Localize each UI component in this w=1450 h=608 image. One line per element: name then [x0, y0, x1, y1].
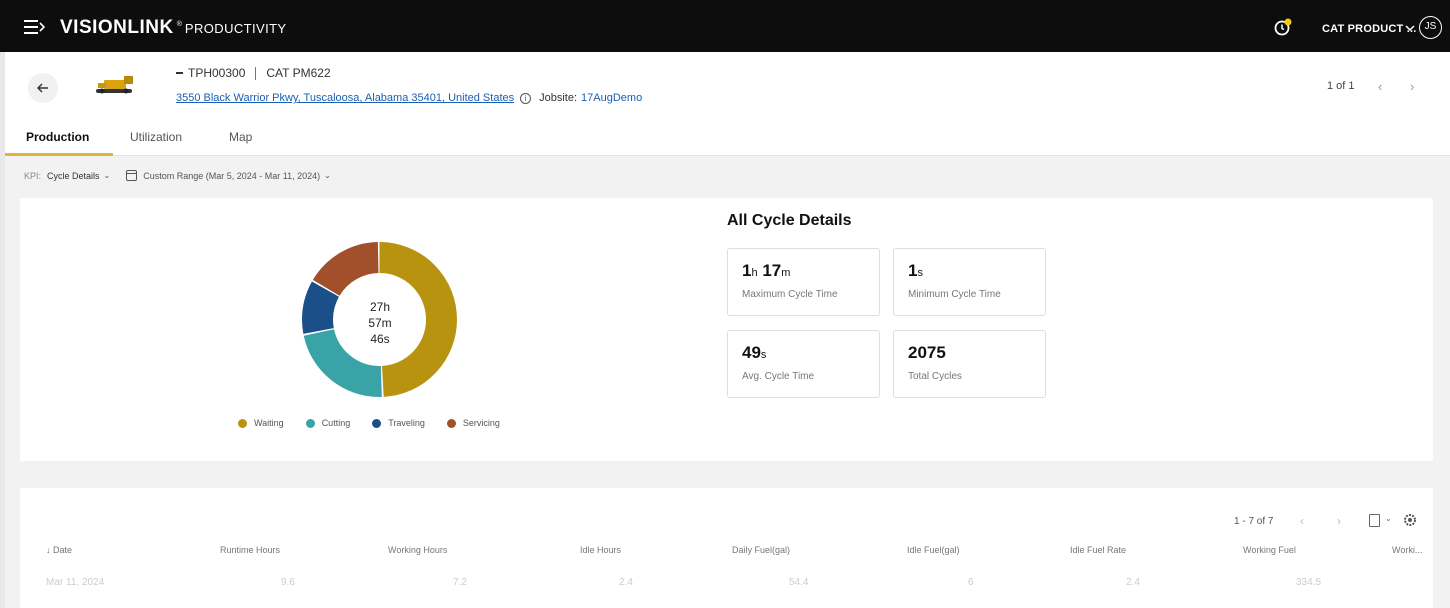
legend-traveling[interactable]: Traveling: [372, 418, 425, 428]
table-cell: 2.4: [619, 577, 633, 588]
stat-max-cycle-time: 1h 17m Maximum Cycle Time: [727, 248, 880, 316]
column-header-date[interactable]: ↓ Date: [46, 545, 72, 555]
total-hours: 27h: [369, 300, 391, 314]
legend-cutting[interactable]: Cutting: [305, 418, 351, 428]
legend-dot: [238, 418, 247, 428]
stat-value: 1h 17m: [742, 261, 791, 280]
legend-label: Cutting: [321, 418, 351, 428]
top-bar: VISIONLINK ® PRODUCTIVITY CAT PRODUCT ..…: [0, 0, 1450, 52]
export-icon[interactable]: [1369, 514, 1380, 527]
stat-value: 1s: [908, 261, 923, 280]
table-cell: 6: [968, 577, 974, 588]
stat-total-cycles: 2075 Total Cycles: [893, 330, 1046, 398]
stat-label: Avg. Cycle Time: [742, 371, 815, 382]
gear-icon[interactable]: [1403, 513, 1417, 527]
legend-label: Servicing: [462, 418, 500, 428]
stat-avg-cycle-time: 49s Avg. Cycle Time: [727, 330, 880, 398]
table-cell: 54.4: [789, 577, 809, 588]
tab-bar: Production Utilization Map: [5, 124, 1450, 156]
column-header-working-fuel[interactable]: Working Fuel: [1243, 545, 1296, 555]
jobsite-label: Jobsite:: [539, 92, 578, 104]
chart-legend: Waiting Cutting Traveling Servicing: [238, 418, 522, 428]
column-header-working-hours[interactable]: Working Hours: [388, 545, 447, 555]
asset-pager-text: 1 of 1: [1327, 80, 1355, 92]
kpi-label: KPI:: [24, 170, 42, 181]
total-seconds: 46s: [370, 332, 390, 346]
stat-value: 2075: [908, 343, 946, 362]
arrow-left-icon: [37, 83, 48, 93]
chevron-down-icon[interactable]: [1405, 24, 1415, 32]
calendar-icon[interactable]: [126, 170, 138, 181]
asset-dash: [176, 72, 183, 74]
asset-address-link[interactable]: 3550 Black Warrior Pkwy, Tuscaloosa, Ala…: [176, 92, 514, 104]
table-pager-text: 1 - 7 of 7: [1234, 516, 1274, 527]
menu-icon[interactable]: [24, 20, 46, 34]
legend-dot: [446, 418, 456, 428]
avatar[interactable]: JS: [1419, 16, 1442, 39]
asset-model: CAT PM622: [266, 66, 331, 80]
column-header-idle-hours[interactable]: Idle Hours: [580, 545, 621, 555]
kpi-dropdown[interactable]: Cycle Details: [47, 171, 100, 181]
total-minutes: 57m: [368, 316, 392, 330]
date-range-dropdown[interactable]: Custom Range (Mar 5, 2024 - Mar 11, 2024…: [143, 171, 320, 181]
info-icon[interactable]: i: [520, 92, 532, 104]
cycle-details-title: All Cycle Details: [727, 212, 852, 229]
column-header-idle-fuel-rate[interactable]: Idle Fuel Rate: [1070, 545, 1126, 555]
legend-label: Waiting: [254, 418, 284, 428]
table-cell: Mar 11, 2024: [46, 577, 105, 588]
brand-registered: ®: [176, 21, 182, 28]
legend-dot: [372, 418, 382, 428]
chevron-down-icon[interactable]: ⌄: [324, 171, 331, 180]
account-name[interactable]: CAT PRODUCT ...: [1322, 23, 1416, 35]
total-time: 27h 57m 46s: [340, 299, 420, 347]
table-cell: 9.6: [281, 577, 295, 588]
column-header-daily-fuel[interactable]: Daily Fuel(gal): [732, 545, 790, 555]
table-cell: 2.4: [1126, 577, 1140, 588]
brand[interactable]: VISIONLINK ® PRODUCTIVITY: [60, 17, 287, 39]
tab-production[interactable]: Production: [26, 130, 89, 144]
asset-identifier: TPH00300 CAT PM622: [176, 66, 331, 80]
column-header-runtime-hours[interactable]: Runtime Hours: [220, 545, 280, 555]
chevron-down-icon[interactable]: ⌄: [104, 171, 111, 180]
stat-label: Total Cycles: [908, 371, 962, 382]
jobsite-link[interactable]: 17AugDemo: [581, 92, 642, 104]
chevron-left-icon[interactable]: ‹: [1300, 514, 1304, 528]
tab-utilization[interactable]: Utilization: [130, 130, 182, 144]
legend-servicing[interactable]: Servicing: [446, 418, 500, 428]
stat-label: Minimum Cycle Time: [908, 289, 1001, 300]
chevron-right-icon[interactable]: ›: [1410, 79, 1414, 94]
table-cell: 334.5: [1296, 577, 1322, 588]
tab-map[interactable]: Map: [229, 130, 252, 144]
legend-waiting[interactable]: Waiting: [238, 418, 284, 428]
stat-value: 49s: [742, 343, 767, 362]
notification-icon[interactable]: [1273, 17, 1293, 37]
column-header-idle-fuel[interactable]: Idle Fuel(gal): [907, 545, 960, 555]
back-button[interactable]: [28, 73, 58, 103]
brand-logo: VISIONLINK: [60, 17, 174, 38]
brand-product: PRODUCTIVITY: [184, 21, 287, 36]
stat-label: Maximum Cycle Time: [742, 289, 838, 300]
table-cell: 7.2: [453, 577, 467, 588]
divider: [255, 66, 257, 80]
column-header-working-truncated[interactable]: Worki...: [1392, 545, 1422, 555]
chevron-right-icon[interactable]: ›: [1337, 514, 1341, 528]
stat-min-cycle-time: 1s Minimum Cycle Time: [893, 248, 1046, 316]
chevron-down-icon[interactable]: ⌄: [1385, 514, 1392, 523]
chevron-left-icon[interactable]: ‹: [1378, 79, 1382, 94]
asset-location: 3550 Black Warrior Pkwy, Tuscaloosa, Ala…: [176, 92, 642, 104]
legend-label: Traveling: [388, 418, 425, 428]
asset-serial: TPH00300: [188, 66, 246, 80]
cycle-details-card: [20, 198, 1433, 461]
machine-image: [96, 76, 133, 94]
filter-bar: KPI: Cycle Details ⌄ Custom Range (Mar 5…: [24, 170, 347, 181]
legend-dot: [305, 418, 315, 428]
